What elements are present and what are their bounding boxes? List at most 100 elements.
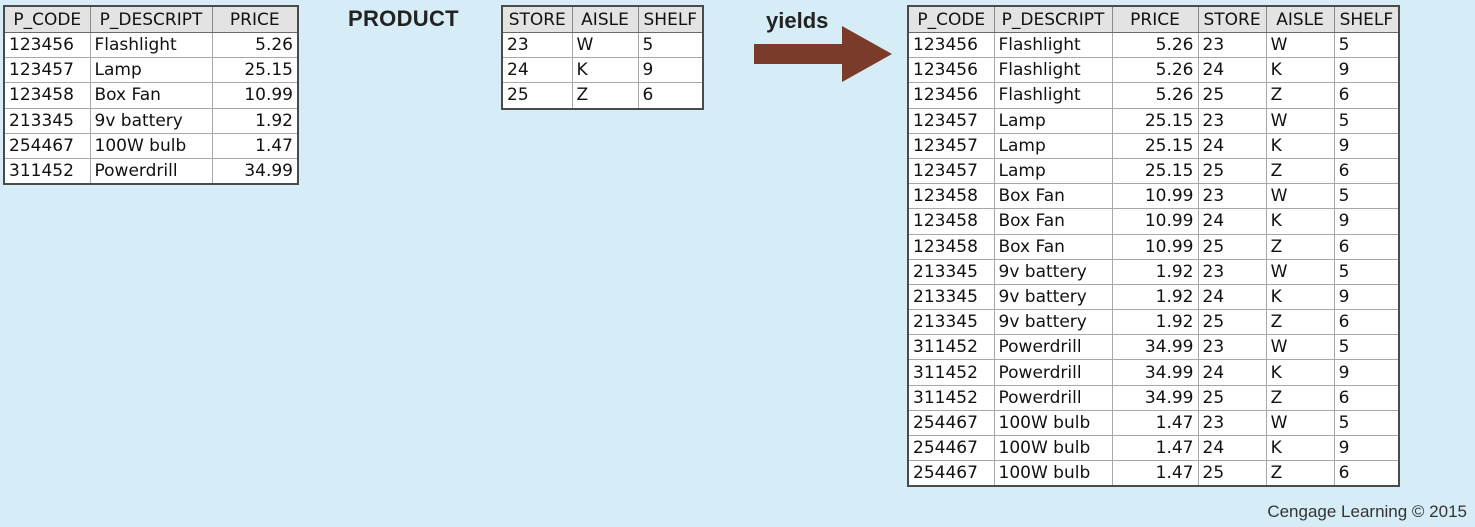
table-cell: Powerdrill: [993, 334, 1113, 361]
table-cell: 25: [1197, 460, 1267, 487]
table-cell: Flashlight: [89, 31, 213, 59]
table-cell: 123458: [3, 82, 91, 109]
table-cell: 5.26: [1111, 82, 1199, 109]
table-cell: Powerdrill: [993, 359, 1113, 386]
table-cell: 6: [1333, 460, 1400, 487]
table-cell: W: [1265, 107, 1335, 134]
table-row: 123456 Flashlight 5.26 24 K 9: [907, 57, 1400, 84]
table-cell: 24: [1197, 283, 1267, 311]
column-header: P_DESCRIPT: [89, 5, 213, 33]
column-header: SHELF: [1333, 5, 1400, 33]
table-cell: Box Fan: [993, 233, 1113, 260]
table-cell: 213345: [907, 283, 995, 311]
table-row: 213345 9v battery 1.92 24 K 9: [907, 283, 1400, 311]
table-cell: Flashlight: [993, 31, 1113, 59]
table-cell: W: [1265, 31, 1335, 59]
table-cell: 254467: [907, 434, 995, 462]
table-row: 123458 Box Fan 10.99 25 Z 6: [907, 233, 1400, 260]
table-header-row: STORE AISLE SHELF: [501, 5, 704, 33]
table-cell: 10.99: [1111, 183, 1199, 210]
table-cell: K: [1265, 434, 1335, 462]
table-header-row: P_CODE P_DESCRIPT PRICE STORE AISLE SHELF: [907, 5, 1400, 33]
table-cell: 25: [1197, 309, 1267, 336]
table-row: 213345 9v battery 1.92: [3, 107, 299, 134]
table-cell: 311452: [907, 359, 995, 386]
table-cell: K: [571, 57, 639, 84]
table-cell: W: [1265, 258, 1335, 285]
table-cell: K: [1265, 132, 1335, 159]
table-row: 123457 Lamp 25.15 24 K 9: [907, 132, 1400, 159]
table-cell: 254467: [3, 132, 91, 159]
table-cell: 9v battery: [89, 107, 213, 134]
table-row: 311452 Powerdrill 34.99: [3, 157, 299, 185]
table-cell: 25.15: [211, 57, 299, 84]
table-cell: 123456: [907, 82, 995, 109]
table-cell: Lamp: [993, 132, 1113, 159]
table-cell: 9: [1333, 208, 1400, 235]
table-row: 123457 Lamp 25.15 23 W 5: [907, 107, 1400, 134]
table-row: 123458 Box Fan 10.99: [3, 82, 299, 109]
table-cell: 9: [1333, 57, 1400, 84]
table-cell: 25.15: [1111, 107, 1199, 134]
table-cell: 311452: [907, 384, 995, 411]
table-cell: 5.26: [1111, 57, 1199, 84]
table-cell: Z: [571, 82, 639, 110]
table-row: 24 K 9: [501, 57, 704, 84]
table-row: 123457 Lamp 25.15: [3, 57, 299, 84]
table-cell: 123456: [3, 31, 91, 59]
table-cell: K: [1265, 208, 1335, 235]
table-row: 123456 Flashlight 5.26: [3, 31, 299, 59]
table-cell: 23: [1197, 409, 1267, 437]
table-cell: 25.15: [1111, 132, 1199, 159]
table-cell: 123457: [907, 132, 995, 159]
table-cell: 23: [1197, 258, 1267, 285]
table-cell: 1.92: [211, 107, 299, 134]
table-cell: Flashlight: [993, 82, 1113, 109]
table-row: 311452 Powerdrill 34.99 23 W 5: [907, 334, 1400, 361]
table-cell: 5: [1333, 258, 1400, 285]
table-cell: 23: [1197, 107, 1267, 134]
table-cell: 1.47: [1111, 460, 1199, 487]
table-cell: 9: [1333, 283, 1400, 311]
table-cell: 5.26: [1111, 31, 1199, 59]
table-row: 311452 Powerdrill 34.99 25 Z 6: [907, 384, 1400, 411]
table-cell: 25.15: [1111, 157, 1199, 185]
table-cell: K: [1265, 283, 1335, 311]
table-cell: 23: [1197, 334, 1267, 361]
table-cell: 6: [637, 82, 704, 110]
table-cell: 311452: [907, 334, 995, 361]
table-cell: 254467: [907, 460, 995, 487]
table-cell: 123456: [907, 57, 995, 84]
table-cell: 10.99: [1111, 233, 1199, 260]
table-cell: 213345: [3, 107, 91, 134]
table-cell: 213345: [907, 258, 995, 285]
table-cell: 9v battery: [993, 283, 1113, 311]
table-cell: 1.47: [1111, 434, 1199, 462]
column-header: PRICE: [211, 5, 299, 33]
product-table-result: P_CODE P_DESCRIPT PRICE STORE AISLE SHELF 123…: [907, 5, 1401, 488]
table-cell: 25: [1197, 82, 1267, 109]
table-cell: Powerdrill: [993, 384, 1113, 411]
table-cell: 9: [1333, 434, 1400, 462]
table-cell: 5: [1333, 107, 1400, 134]
table-cell: 1.92: [1111, 309, 1199, 336]
column-header: STORE: [501, 5, 573, 33]
table-cell: 123457: [907, 107, 995, 134]
arrow-shape: [754, 26, 892, 82]
table-cell: Z: [1265, 157, 1335, 185]
table-row: 213345 9v battery 1.92 23 W 5: [907, 258, 1400, 285]
table-cell: 213345: [907, 309, 995, 336]
table-cell: 9v battery: [993, 309, 1113, 336]
table-cell: Box Fan: [993, 208, 1113, 235]
table-cell: 24: [1197, 132, 1267, 159]
table-cell: 25: [1197, 157, 1267, 185]
table-header-row: P_CODE P_DESCRIPT PRICE: [3, 5, 299, 33]
table-cell: 10.99: [211, 82, 299, 109]
column-header: P_DESCRIPT: [993, 5, 1113, 33]
product-table-label: PRODUCT: [348, 6, 459, 31]
column-header: AISLE: [571, 5, 639, 33]
table-cell: 6: [1333, 233, 1400, 260]
table-cell: 6: [1333, 384, 1400, 411]
table-cell: 5.26: [211, 31, 299, 59]
table-cell: 5: [637, 31, 704, 59]
